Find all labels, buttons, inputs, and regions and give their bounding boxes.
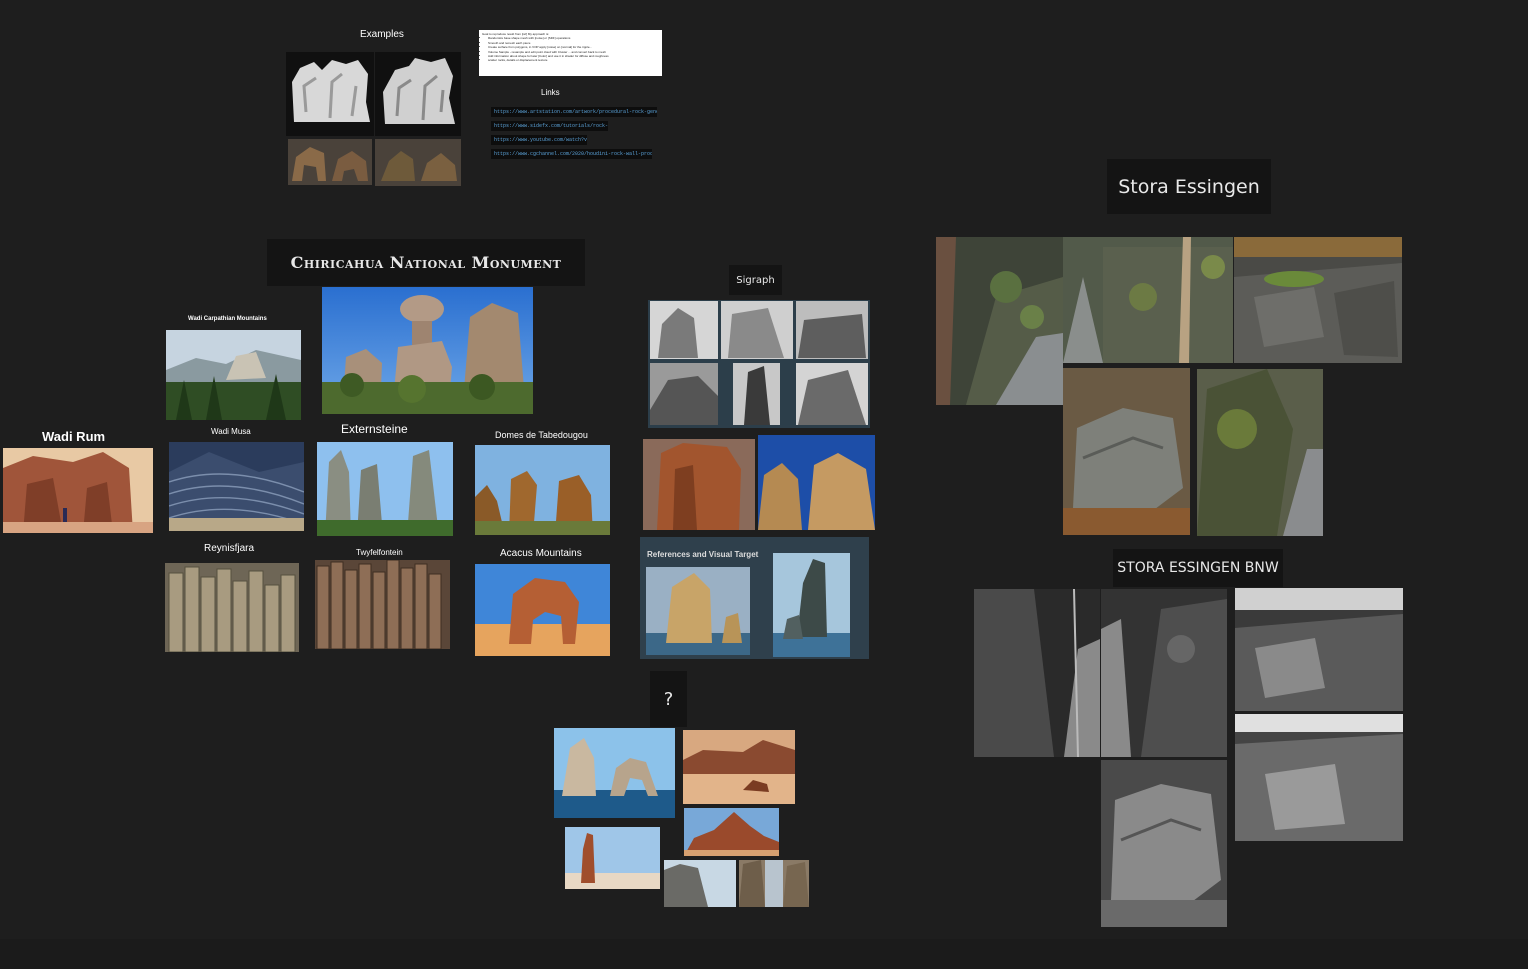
chiricahua-heading[interactable]: Chiricahua National Monument (267, 239, 585, 286)
stora-photo-5[interactable] (1197, 369, 1323, 536)
red-mountain-photo[interactable] (684, 808, 779, 856)
note-line: scatter rocks, details or displacement t… (488, 58, 659, 62)
sigraph-mesa-photo[interactable] (643, 439, 755, 530)
domes-photo[interactable] (475, 445, 610, 535)
stora-bnw-photo-5[interactable] (1101, 760, 1227, 927)
links-title: Links (541, 88, 560, 97)
stora-photo-3[interactable] (1234, 237, 1402, 363)
question-heading[interactable]: ? (650, 671, 687, 727)
caption-wadi-rum: Wadi Rum (42, 429, 106, 444)
reference-visual-target-card[interactable]: References and Visual Target (640, 537, 869, 659)
caption-ref-target: References and Visual Target (647, 550, 759, 559)
canyon-photo[interactable] (739, 860, 809, 907)
caption-domes: Domes de Tabedougou (495, 430, 588, 440)
reynisfjara-photo[interactable] (165, 563, 299, 652)
link-2[interactable]: https://www.sidefx.com/tutorials/rock-ge… (491, 121, 608, 131)
acacus-photo[interactable] (475, 564, 610, 656)
link-1[interactable]: https://www.artstation.com/artwork/proce… (491, 107, 657, 117)
caption-reynisfjara: Reynisfjara (204, 543, 255, 554)
stora-bnw-photo-2[interactable] (1101, 589, 1227, 757)
stora-essingen-bnw-heading[interactable]: STORA ESSINGEN BNW (1113, 549, 1283, 587)
desert-mesa-photo[interactable] (683, 730, 795, 804)
example-rock-arch-2[interactable] (375, 139, 461, 186)
caption-acacus: Acacus Mountains (500, 548, 582, 559)
wadi-musa-photo[interactable] (169, 442, 304, 531)
example-rock-arch-1[interactable] (288, 139, 372, 185)
caption-externsteine: Externsteine (341, 422, 408, 436)
stora-photo-2[interactable] (1063, 237, 1233, 363)
pinnacle-photo[interactable] (565, 827, 660, 889)
stora-bnw-photo-1[interactable] (974, 589, 1100, 757)
carpathian-photo[interactable] (166, 330, 301, 420)
cliff-photo[interactable] (664, 860, 736, 907)
wadi-rum-photo[interactable] (3, 448, 153, 533)
link-3[interactable]: https://www.youtube.com/watch?v=rock_tut (491, 135, 587, 145)
sigraph-grid[interactable] (648, 300, 870, 428)
example-rock-render-1[interactable] (286, 52, 374, 136)
link-4[interactable]: https://www.cgchannel.com/2020/houdini-r… (491, 149, 652, 159)
caption-carpathian: Wadi Carpathian Mountains (188, 316, 267, 322)
twyfelfontein-photo[interactable] (315, 560, 450, 649)
caption-twyfelfontein: Twyfelfontein (356, 548, 403, 557)
examples-title: Examples (360, 29, 404, 40)
chiricahua-photo[interactable] (322, 287, 533, 414)
caption-wadi-musa: Wadi Musa (211, 427, 251, 436)
sea-arch-photo[interactable] (554, 728, 675, 818)
stora-bnw-photo-4[interactable] (1235, 714, 1403, 841)
example-rock-render-2[interactable] (375, 52, 461, 136)
canvas-bottom-strip (0, 939, 1528, 969)
sigraph-rocks-photo[interactable] (758, 435, 875, 530)
sigraph-heading[interactable]: Sigraph (729, 265, 782, 295)
externsteine-photo[interactable] (317, 442, 453, 536)
stora-essingen-heading[interactable]: Stora Essingen (1107, 159, 1271, 214)
stora-photo-4[interactable] (1063, 368, 1190, 535)
stora-photo-1[interactable] (936, 237, 1063, 405)
stora-bnw-photo-3[interactable] (1235, 588, 1403, 711)
approach-note[interactable]: Goal to reproduce result from [ref] My a… (479, 30, 662, 76)
